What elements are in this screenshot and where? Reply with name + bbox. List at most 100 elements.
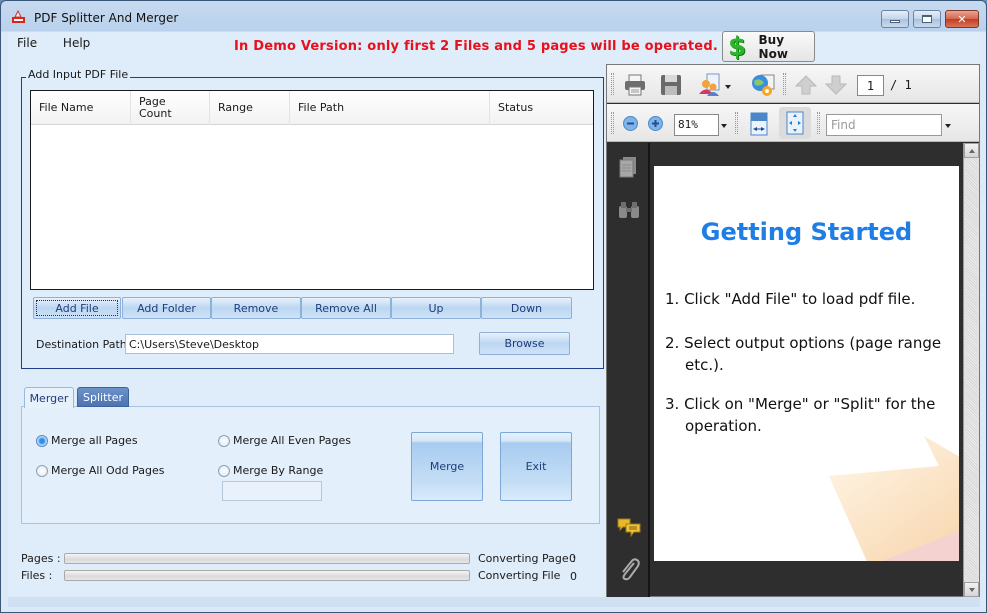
column-header-file-path[interactable]: File Path bbox=[290, 91, 490, 125]
title-bar[interactable]: PDF Splitter And Merger ✕ bbox=[1, 1, 986, 32]
pages-progress-label: Pages : bbox=[21, 552, 61, 565]
toolbar-grip[interactable] bbox=[817, 112, 820, 134]
merge-all-even-pages-radio[interactable]: Merge All Even Pages bbox=[218, 434, 351, 447]
column-header-status[interactable]: Status bbox=[490, 91, 594, 125]
merge-by-range-label: Merge By Range bbox=[233, 464, 324, 477]
fit-page-icon bbox=[786, 111, 804, 135]
exit-button[interactable]: Exit bbox=[500, 432, 572, 501]
zoom-out-icon[interactable] bbox=[623, 116, 638, 131]
radio-unchecked-icon bbox=[218, 464, 230, 477]
window-title: PDF Splitter And Merger bbox=[34, 11, 179, 25]
browse-button[interactable]: Browse bbox=[479, 332, 570, 355]
web-settings-icon[interactable] bbox=[749, 71, 777, 99]
viewer-vertical-scrollbar[interactable] bbox=[963, 143, 979, 597]
viewer-toolbar-zoom: 81% Find bbox=[607, 104, 979, 142]
remove-all-button[interactable]: Remove All bbox=[301, 297, 391, 319]
pages-progress-bar bbox=[64, 553, 470, 564]
save-icon[interactable] bbox=[659, 73, 683, 97]
buy-now-button[interactable]: $ Buy Now bbox=[722, 31, 815, 62]
column-header-file-name[interactable]: File Name bbox=[31, 91, 131, 125]
scroll-down-button[interactable] bbox=[964, 582, 979, 597]
minimize-icon bbox=[890, 20, 900, 23]
viewer-sidebar bbox=[607, 143, 650, 597]
toolbar-grip[interactable] bbox=[611, 73, 614, 95]
tab-splitter[interactable]: Splitter bbox=[77, 387, 129, 407]
demo-notice: In Demo Version: only first 2 Files and … bbox=[234, 39, 718, 54]
down-button[interactable]: Down bbox=[481, 297, 572, 319]
print-icon[interactable] bbox=[623, 73, 647, 97]
input-groupbox-title: Add Input PDF File bbox=[26, 68, 131, 81]
destination-path-label: Destination Path: bbox=[36, 338, 131, 351]
buy-now-label: Buy Now bbox=[758, 32, 788, 61]
fit-width-icon[interactable] bbox=[750, 112, 768, 136]
merge-all-pages-radio[interactable]: Merge all Pages bbox=[36, 434, 138, 447]
viewer-toolbar-main: 1 / 1 bbox=[607, 65, 979, 103]
menu-bar: File Help bbox=[17, 36, 112, 50]
tab-merger[interactable]: Merger bbox=[24, 387, 74, 408]
document-step-3: 3. Click on "Merge" or "Split" for the o… bbox=[665, 395, 936, 435]
maximize-icon bbox=[922, 15, 932, 23]
files-progress-label: Files : bbox=[21, 569, 53, 582]
toolbar-grip[interactable] bbox=[783, 73, 786, 95]
prev-page-icon[interactable] bbox=[795, 75, 817, 95]
app-window: PDF Splitter And Merger ✕ File Help In D… bbox=[0, 0, 987, 613]
maximize-button[interactable] bbox=[913, 10, 941, 28]
input-file-table[interactable]: File Name Page Count Range File Path Sta… bbox=[30, 90, 594, 290]
pdf-app-icon bbox=[12, 9, 25, 23]
attachment-icon[interactable] bbox=[618, 557, 640, 581]
radio-checked-icon bbox=[36, 434, 48, 447]
radio-unchecked-icon bbox=[218, 434, 230, 447]
close-icon: ✕ bbox=[957, 12, 967, 26]
merge-all-even-pages-label: Merge All Even Pages bbox=[233, 434, 352, 447]
converting-file-value: 0 bbox=[570, 570, 577, 583]
merge-all-pages-label: Merge all Pages bbox=[51, 434, 138, 447]
document-step-1: 1. Click "Add File" to load pdf file. bbox=[665, 290, 916, 308]
find-input[interactable]: Find bbox=[826, 114, 942, 136]
binoculars-icon[interactable] bbox=[618, 201, 640, 219]
add-file-button[interactable]: Add File bbox=[33, 297, 121, 319]
destination-path-input[interactable]: C:\Users\Steve\Desktop bbox=[125, 334, 454, 354]
merge-all-odd-pages-radio[interactable]: Merge All Odd Pages bbox=[36, 464, 164, 477]
fit-page-button[interactable] bbox=[779, 107, 811, 139]
share-icon[interactable] bbox=[697, 72, 723, 98]
files-progress-bar bbox=[64, 570, 470, 581]
add-folder-button[interactable]: Add Folder bbox=[122, 297, 211, 319]
next-page-icon[interactable] bbox=[825, 75, 847, 95]
converting-file-label: Converting File bbox=[478, 569, 561, 582]
pdf-viewer: 1 / 1 81% Find Getting Started 1. Click … bbox=[606, 64, 980, 597]
document-step-2: 2. Select output options (page range etc… bbox=[665, 334, 942, 374]
toolbar-grip[interactable] bbox=[611, 112, 614, 134]
merge-all-odd-pages-label: Merge All Odd Pages bbox=[51, 464, 165, 477]
converting-page-label: Converting Page : bbox=[478, 552, 576, 565]
menu-help[interactable]: Help bbox=[63, 36, 90, 50]
scroll-up-button[interactable] bbox=[964, 143, 979, 158]
radio-unchecked-icon bbox=[36, 464, 48, 477]
merge-by-range-radio[interactable]: Merge By Range bbox=[218, 464, 323, 477]
column-header-page-count[interactable]: Page Count bbox=[131, 91, 210, 125]
pdf-page: Getting Started 1. Click "Add File" to l… bbox=[654, 166, 959, 561]
zoom-level-input[interactable]: 81% bbox=[674, 114, 719, 136]
share-dropdown-caret-icon[interactable] bbox=[725, 85, 731, 89]
zoom-in-icon[interactable] bbox=[648, 116, 663, 131]
document-heading: Getting Started bbox=[700, 218, 913, 246]
current-page-input[interactable]: 1 bbox=[857, 75, 884, 96]
find-dropdown-caret-icon[interactable] bbox=[945, 124, 951, 128]
scroll-up-icon bbox=[969, 149, 975, 153]
close-button[interactable]: ✕ bbox=[945, 10, 979, 28]
column-header-range[interactable]: Range bbox=[210, 91, 290, 125]
scroll-down-icon bbox=[969, 588, 975, 592]
pages-icon[interactable] bbox=[619, 156, 637, 178]
table-header: File Name Page Count Range File Path Sta… bbox=[31, 91, 593, 125]
merge-button[interactable]: Merge bbox=[411, 432, 483, 501]
toolbar-grip[interactable] bbox=[735, 112, 738, 134]
dollar-icon: $ bbox=[728, 31, 747, 62]
comments-icon[interactable] bbox=[617, 517, 641, 537]
zoom-dropdown-caret-icon[interactable] bbox=[721, 124, 727, 128]
total-pages: / 1 bbox=[890, 78, 912, 92]
minimize-button[interactable] bbox=[881, 10, 909, 28]
merge-range-input[interactable] bbox=[222, 481, 322, 501]
up-button[interactable]: Up bbox=[391, 297, 481, 319]
remove-button[interactable]: Remove bbox=[211, 297, 301, 319]
menu-file[interactable]: File bbox=[17, 36, 37, 50]
arrow-graphic bbox=[829, 436, 959, 561]
